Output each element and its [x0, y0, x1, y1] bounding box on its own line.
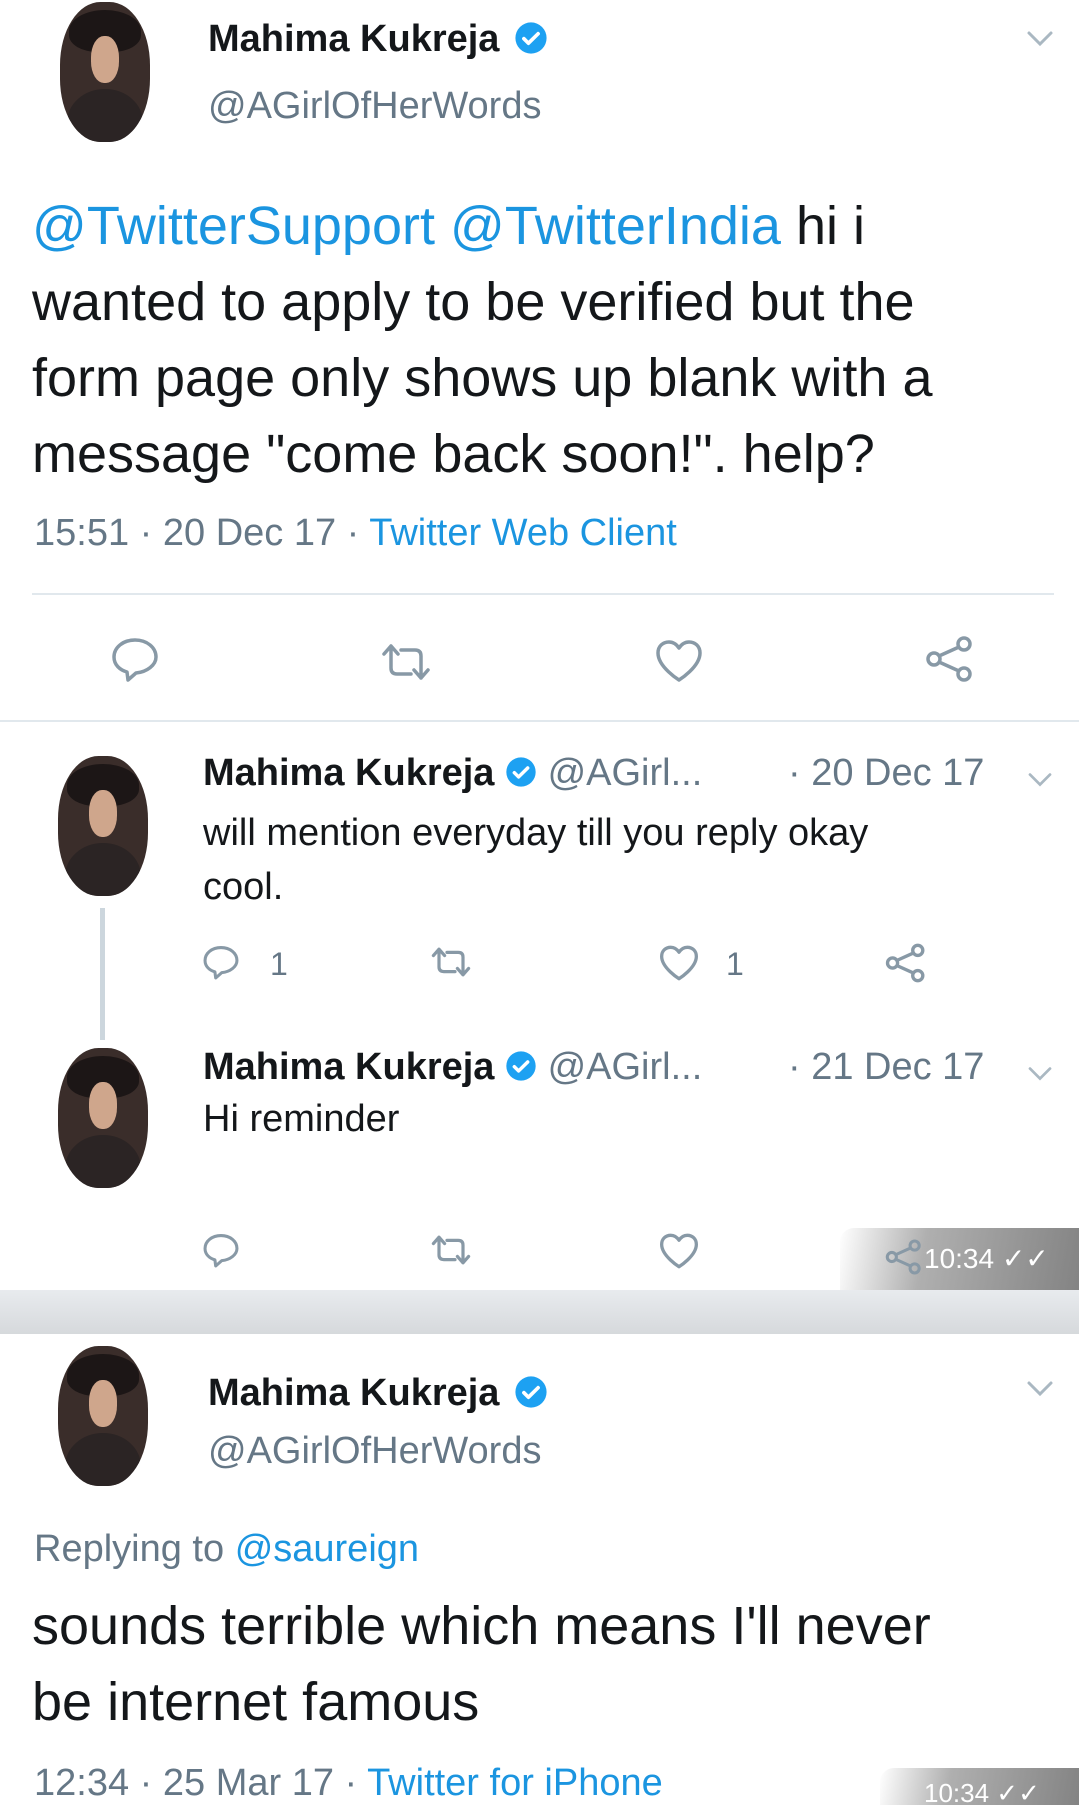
replying-to-label: Replying to: [34, 1528, 225, 1570]
meta-separator: ·: [346, 512, 360, 554]
tweet-text: will mention everyday till you reply oka…: [203, 806, 868, 914]
author-line: Mahima Kukreja @AGirl...: [203, 752, 702, 795]
retweet-icon[interactable]: [428, 946, 474, 978]
tweet-text-line: sounds terrible which means I'll never: [32, 1596, 931, 1656]
avatar[interactable]: [58, 1346, 148, 1486]
tweet-time: 15:51: [34, 512, 130, 554]
share-icon[interactable]: [884, 942, 928, 984]
retweet-icon[interactable]: [428, 1234, 474, 1266]
tweet-text: sounds terrible which means I'll never b…: [32, 1588, 1072, 1740]
author-line: Mahima Kukreja: [208, 18, 548, 61]
tweet-client[interactable]: Twitter for iPhone: [367, 1762, 663, 1804]
like-count: 1: [726, 946, 744, 982]
meta-separator: ·: [139, 1762, 153, 1804]
author-name[interactable]: Mahima Kukreja: [208, 1372, 499, 1414]
retweet-icon[interactable]: [378, 642, 434, 682]
author-handle[interactable]: @AGirlOfHerWords: [208, 85, 541, 128]
tweet-text-line: @TwitterSupport @TwitterIndia hi i: [32, 188, 1062, 264]
meta-separator: ·: [139, 512, 153, 554]
verified-badge-icon: [506, 1051, 536, 1081]
tweet-date: · 21 Dec 17: [788, 1046, 985, 1088]
thread-line: [100, 908, 105, 1040]
verified-badge-icon: [515, 1376, 547, 1408]
tweet-time: 12:34: [34, 1762, 130, 1804]
avatar[interactable]: [60, 2, 150, 142]
message-timestamp-overlay: 10:34 ✓✓: [840, 1228, 1079, 1290]
verified-badge-icon: [506, 757, 536, 787]
chevron-down-icon[interactable]: [1026, 1064, 1054, 1084]
tweet-date: · 20 Dec 17: [788, 752, 985, 794]
reply-icon[interactable]: [202, 944, 240, 980]
overlay-time-text: 10:34 ✓✓: [924, 1778, 1040, 1805]
author-handle[interactable]: @AGirl...: [548, 752, 703, 794]
author-handle[interactable]: @AGirlOfHerWords: [208, 1430, 541, 1473]
tweet-text-line: wanted to apply to be verified but the: [32, 272, 915, 332]
mention-link[interactable]: @TwitterSupport: [32, 196, 435, 256]
tweet-text-line: form page only shows up blank with a: [32, 348, 933, 408]
avatar[interactable]: [58, 1048, 148, 1188]
author-name[interactable]: Mahima Kukreja: [203, 1046, 494, 1088]
tweet-text: @TwitterSupport @TwitterIndia hi i wante…: [32, 188, 1062, 492]
share-icon[interactable]: [884, 1238, 924, 1276]
tweet-meta: 15:51 · 20 Dec 17 · Twitter Web Client: [34, 512, 677, 555]
chevron-down-icon[interactable]: [1025, 1378, 1055, 1400]
overlay-time-text: 10:34 ✓✓: [924, 1243, 1049, 1274]
divider: [0, 720, 1079, 722]
tweet-client[interactable]: Twitter Web Client: [369, 512, 677, 554]
tweet-meta: 12:34 · 25 Mar 17 · Twitter for iPhone: [34, 1762, 663, 1805]
reply-count: 1: [270, 946, 288, 982]
chevron-down-icon[interactable]: [1025, 28, 1055, 50]
replying-to: Replying to @saureign: [34, 1528, 419, 1571]
author-line: Mahima Kukreja @AGirl...: [203, 1046, 702, 1089]
verified-badge-icon: [515, 22, 547, 54]
avatar[interactable]: [58, 756, 148, 896]
author-name[interactable]: Mahima Kukreja: [208, 18, 499, 60]
divider: [32, 593, 1054, 595]
tweet-text-line: be internet famous: [32, 1672, 480, 1732]
tweet-date: 25 Mar 17: [162, 1762, 334, 1804]
reply-icon[interactable]: [110, 636, 160, 682]
like-icon[interactable]: [658, 944, 700, 982]
author-handle[interactable]: @AGirl...: [548, 1046, 703, 1088]
tweet-text-fragment: hi i: [795, 196, 865, 256]
chevron-down-icon[interactable]: [1026, 770, 1054, 790]
like-icon[interactable]: [658, 1232, 700, 1270]
mention-link[interactable]: @TwitterIndia: [450, 196, 781, 256]
screenshot-separator: [0, 1290, 1079, 1334]
author-name[interactable]: Mahima Kukreja: [203, 752, 494, 794]
meta-separator: ·: [344, 1762, 358, 1804]
tweet-date: 20 Dec 17: [162, 512, 337, 554]
share-icon[interactable]: [924, 634, 976, 684]
tweet-text-line: will mention everyday till you reply oka…: [203, 812, 869, 854]
replying-to-link[interactable]: @saureign: [235, 1528, 419, 1570]
tweet-text-line: cool.: [203, 866, 284, 908]
author-line: Mahima Kukreja: [208, 1372, 548, 1415]
reply-icon[interactable]: [202, 1232, 240, 1268]
like-icon[interactable]: [654, 638, 704, 684]
tweet-text: Hi reminder: [203, 1098, 400, 1140]
tweet-text-line: message "come back soon!". help?: [32, 424, 875, 484]
message-timestamp-overlay: 10:34 ✓✓: [880, 1768, 1079, 1805]
